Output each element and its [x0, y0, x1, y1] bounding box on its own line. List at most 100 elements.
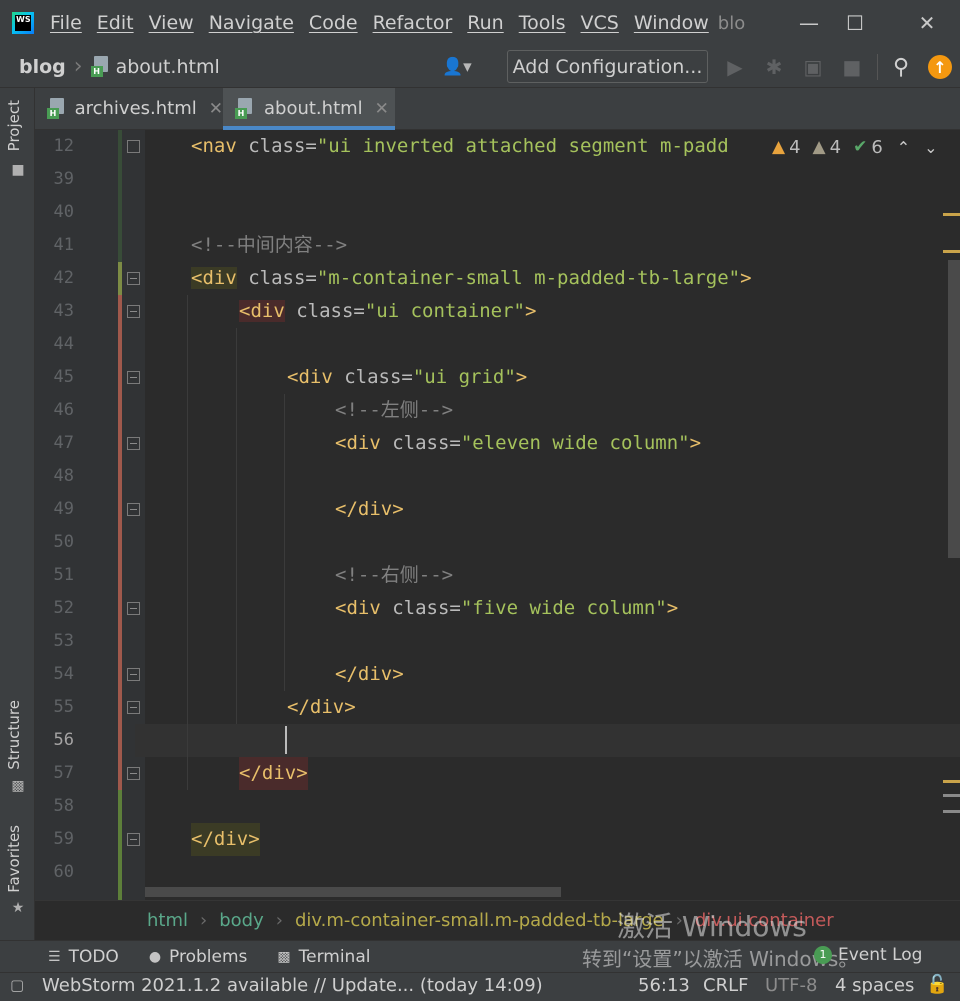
run-icon[interactable]: ▶ [722, 54, 748, 80]
lock-icon[interactable]: 🔓 [926, 974, 948, 995]
code-text: </div> [287, 696, 356, 718]
maximize-button[interactable]: ☐ [832, 0, 878, 46]
code-line: 49 </div> [35, 493, 960, 526]
breadcrumb-html[interactable]: html [147, 910, 188, 931]
text-caret [285, 726, 287, 754]
line-number: 46 [53, 400, 74, 420]
code-line: 43 <div class="ui container"> [35, 295, 960, 328]
warning-stripe-marker[interactable] [943, 780, 960, 783]
terminal-icon: ▩ [277, 948, 291, 965]
line-number: 60 [53, 862, 74, 882]
code-text: <div class="eleven wide column"> [335, 432, 702, 454]
previous-highlight-icon[interactable]: ⌃ [897, 138, 910, 157]
typo-check-icon: ✔ [853, 137, 868, 157]
code-editor[interactable]: 12 <nav class="ui inverted attached segm… [35, 130, 960, 900]
warning-stripe-marker[interactable] [943, 250, 960, 253]
event-count-badge: 1 [814, 946, 832, 964]
status-message[interactable]: WebStorm 2021.1.2 available // Update...… [42, 975, 543, 996]
line-separator[interactable]: CRLF [703, 975, 748, 996]
stripe-marker[interactable] [943, 794, 960, 797]
tab-about-html[interactable]: H about.html ✕ [223, 88, 395, 130]
line-number: 52 [53, 598, 74, 618]
code-text: <nav class="ui inverted attached segment… [191, 135, 729, 157]
line-number: 48 [53, 466, 74, 486]
tab-label: archives.html [74, 98, 197, 119]
line-number: 56 [53, 730, 74, 750]
update-available-icon[interactable]: ↑ [928, 55, 952, 79]
file-encoding[interactable]: UTF-8 [765, 975, 817, 996]
menu-vcs[interactable]: VCS [581, 12, 619, 34]
nav-file-crumb[interactable]: about.html [116, 56, 220, 78]
code-line: 41 <!--中间内容--> [35, 229, 960, 262]
vertical-scrollbar[interactable] [948, 260, 960, 558]
line-number: 53 [53, 631, 74, 651]
menu-run[interactable]: Run [467, 12, 503, 34]
line-number: 45 [53, 367, 74, 387]
line-number: 58 [53, 796, 74, 816]
menu-refactor[interactable]: Refactor [373, 12, 453, 34]
warning-stripe-marker[interactable] [943, 213, 960, 216]
code-text: <div class="m-container-small m-padded-t… [191, 267, 752, 289]
weak-warning-icon: ▲ [812, 137, 826, 157]
chevron-right-icon: › [200, 910, 208, 931]
toggle-tool-windows-icon[interactable]: ▢ [10, 976, 24, 994]
menu-navigate[interactable]: Navigate [209, 12, 294, 34]
menu-view[interactable]: View [149, 12, 194, 34]
next-highlight-icon[interactable]: ⌄ [924, 138, 937, 157]
code-text: <div class="ui grid"> [287, 366, 528, 388]
code-comment: <!--中间内容--> [191, 234, 348, 256]
menu-edit[interactable]: Edit [97, 12, 134, 34]
tab-archives-html[interactable]: H archives.html ✕ [35, 88, 223, 129]
code-line: 52 <div class="five wide column"> [35, 592, 960, 625]
add-configuration-button[interactable]: Add Configuration... [507, 50, 708, 83]
user-icon[interactable]: 👤▾ [442, 54, 482, 80]
caret-position[interactable]: 56:13 [638, 975, 690, 996]
code-text: <div class="ui container"> [239, 300, 537, 322]
project-tool-tab[interactable]: Project [5, 100, 23, 151]
nav-project-crumb[interactable]: blog [19, 56, 66, 78]
close-tab-icon[interactable]: ✕ [209, 99, 223, 119]
menu-window[interactable]: Window [634, 12, 709, 34]
line-number: 39 [53, 169, 74, 189]
horizontal-scrollbar[interactable] [145, 887, 561, 897]
todo-tool-button[interactable]: ☰ TODO [48, 947, 119, 967]
menu-code[interactable]: Code [309, 12, 358, 34]
search-icon[interactable]: ⚲ [888, 54, 914, 80]
line-number: 40 [53, 202, 74, 222]
code-line: 42 <div class="m-container-small m-padde… [35, 262, 960, 295]
code-line: 55 </div> [35, 691, 960, 724]
editor-tab-bar: H archives.html ✕ H about.html ✕ [35, 88, 960, 130]
breadcrumb-div-container-small[interactable]: div.m-container-small.m-padded-tb-large [295, 910, 664, 931]
code-line: 53 [35, 625, 960, 658]
list-icon: ☰ [48, 948, 61, 965]
structure-icon: ▩ [11, 778, 25, 794]
code-comment: <!--左侧--> [335, 399, 454, 421]
code-line: 48 [35, 460, 960, 493]
favorites-tool-tab[interactable]: Favorites [5, 825, 23, 893]
warning-icon: ▲ [772, 137, 786, 157]
menu-tools[interactable]: Tools [519, 12, 566, 34]
terminal-tool-button[interactable]: ▩ Terminal [277, 947, 370, 967]
indent-setting[interactable]: 4 spaces [835, 975, 914, 996]
typo-count: 6 [871, 136, 883, 158]
code-line: 60 [35, 856, 960, 889]
line-number: 54 [53, 664, 74, 684]
html-file-icon: H [47, 97, 65, 120]
code-text: </div> [191, 823, 260, 856]
close-window-button[interactable]: ✕ [904, 0, 950, 46]
inspections-widget[interactable]: ▲ 4 ▲ 4 ✔ 6 ⌃ ⌄ [768, 134, 938, 160]
close-tab-icon[interactable]: ✕ [375, 99, 389, 119]
coverage-icon[interactable]: ▣ [800, 54, 826, 80]
minimize-button[interactable]: — [786, 0, 832, 46]
stop-icon[interactable]: ■ [839, 54, 865, 80]
breadcrumb-body[interactable]: body [219, 910, 264, 931]
webstorm-logo-icon: WS [12, 12, 34, 34]
structure-tool-tab[interactable]: Structure [5, 700, 23, 770]
menu-file[interactable]: File [50, 12, 82, 34]
event-log-tool-button[interactable]: 1 Event Log [814, 945, 922, 965]
debug-icon[interactable]: ✱ [761, 54, 787, 80]
code-line: 57 </div> [35, 757, 960, 790]
stripe-marker[interactable] [943, 810, 960, 813]
line-number: 50 [53, 532, 74, 552]
problems-tool-button[interactable]: ● Problems [149, 947, 248, 967]
